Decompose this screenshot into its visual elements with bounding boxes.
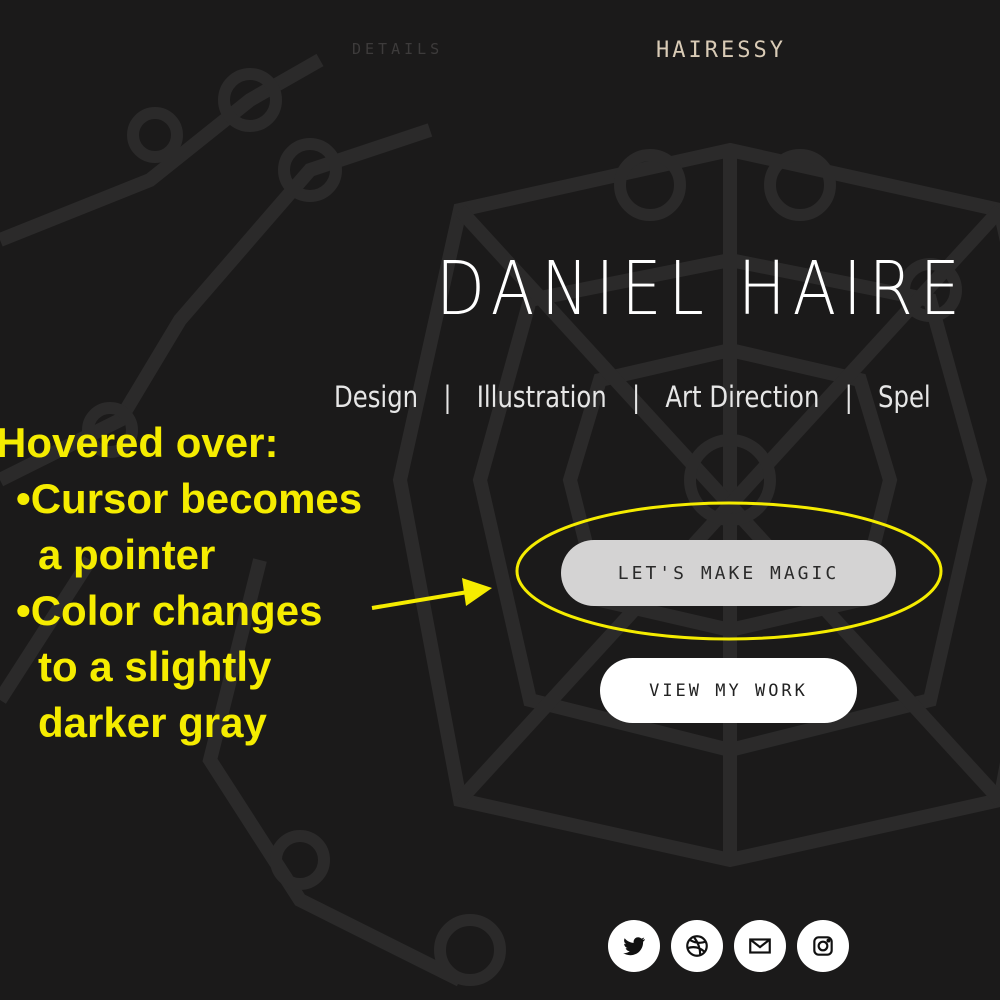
subtitle-illustration: Illustration: [476, 380, 607, 414]
subtitle-spel: Spel: [878, 380, 931, 414]
dribbble-icon: [686, 935, 708, 957]
mail-icon: [749, 938, 771, 954]
instagram-button[interactable]: [797, 920, 849, 972]
annotation-line: darker gray: [38, 699, 267, 746]
subtitle-separator: |: [844, 380, 853, 414]
subtitle-separator: |: [631, 380, 641, 414]
hero-subtitle: Design | Illustration | Art Direction | Spel: [334, 380, 931, 414]
subtitle-separator: |: [443, 380, 452, 414]
twitter-button[interactable]: [608, 920, 660, 972]
mail-button[interactable]: [734, 920, 786, 972]
annotation-heading: Hovered over:: [0, 419, 279, 466]
subtitle-design: Design: [334, 380, 419, 414]
twitter-icon: [623, 937, 646, 956]
annotation-line: to a slightly: [38, 643, 272, 690]
annotation-line: •Cursor becomes: [16, 475, 363, 522]
lets-make-magic-button[interactable]: LET'S MAKE MAGIC: [561, 540, 896, 606]
annotation-note: Hovered over: •Cursor becomes a pointer …: [0, 415, 362, 751]
dribbble-button[interactable]: [671, 920, 723, 972]
view-my-work-button[interactable]: VIEW MY WORK: [600, 658, 857, 723]
hero-title: DANIEL HAIRE: [436, 246, 967, 332]
annotation-line: a pointer: [38, 531, 216, 578]
nav-brand-link[interactable]: HAIRESSY: [656, 38, 786, 63]
annotation-line: •Color changes: [16, 587, 323, 634]
nav-details-link[interactable]: DETAILS: [352, 40, 443, 58]
subtitle-art-direction: Art Direction: [665, 380, 820, 414]
instagram-icon: [813, 936, 833, 956]
